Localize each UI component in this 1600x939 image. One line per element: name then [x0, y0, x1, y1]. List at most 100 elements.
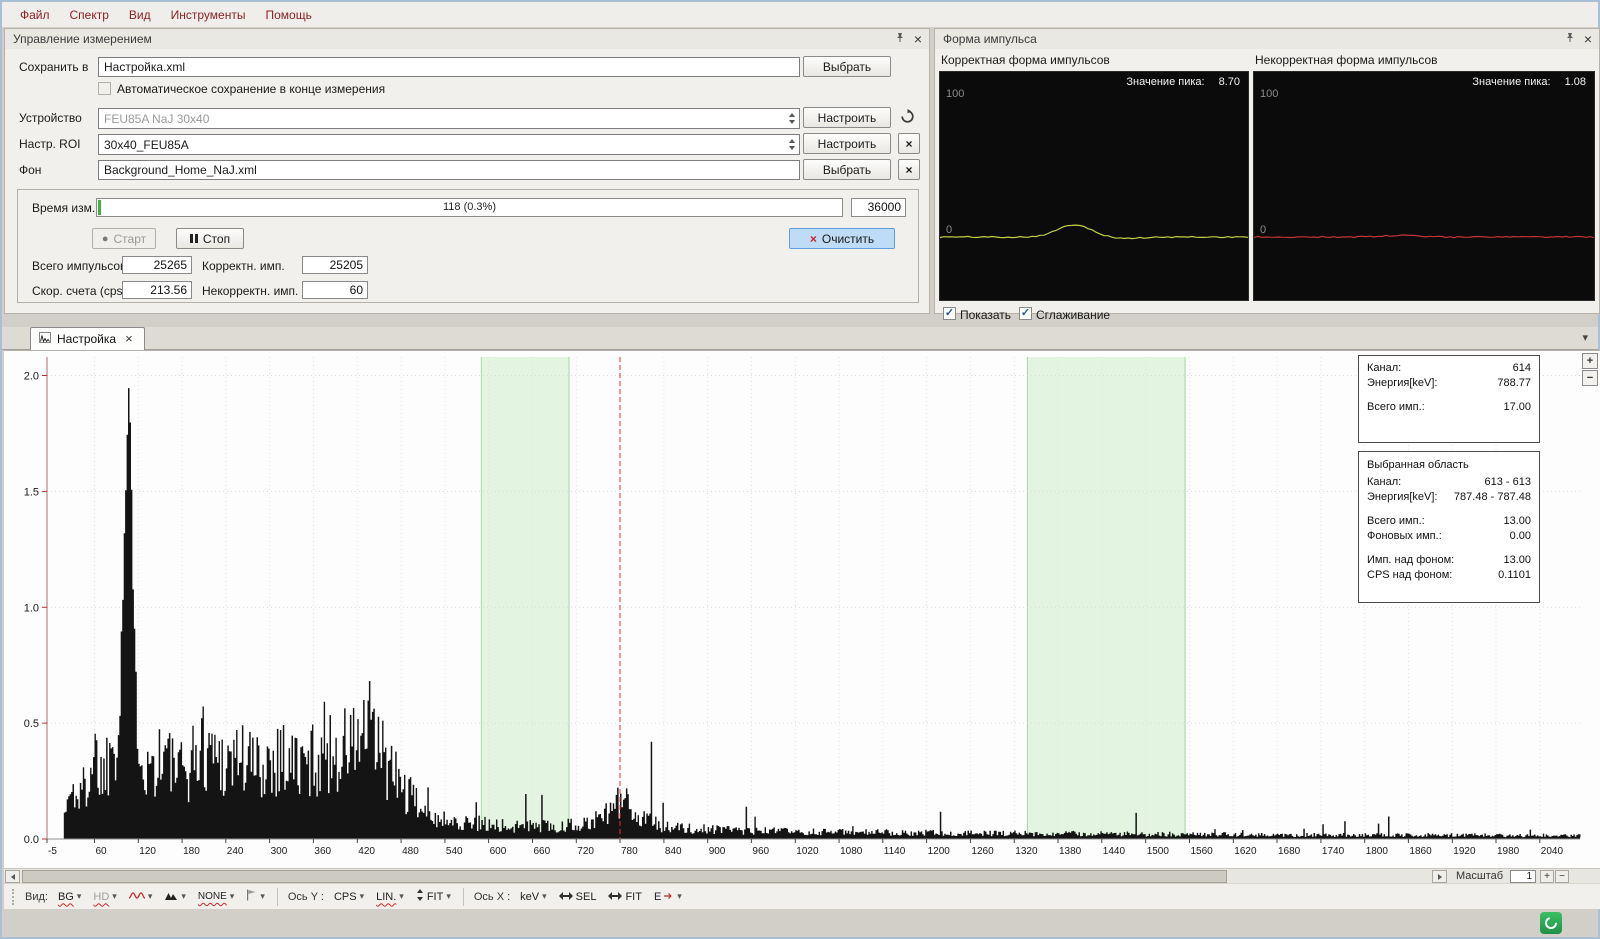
tab-close-icon[interactable]: ×: [122, 333, 136, 345]
dropdown-icon: ▾: [260, 891, 265, 902]
dropdown-icon: ▾: [230, 891, 235, 902]
device-combo[interactable]: FEU85A NaJ 30x40: [98, 108, 800, 129]
roi-band[interactable]: [1027, 357, 1185, 839]
cursor-energy: 788.77: [1497, 376, 1531, 391]
roi-band[interactable]: [481, 357, 569, 839]
svg-text:1800: 1800: [1366, 846, 1389, 857]
roi-clear-button[interactable]: ×: [898, 133, 920, 154]
start-button[interactable]: ● Старт: [92, 228, 156, 249]
selection-info-box: Выбранная область Канал:613 - 613 Энерги…: [1358, 451, 1540, 603]
dropdown-icon: ▾: [677, 891, 682, 902]
svg-text:1440: 1440: [1103, 846, 1126, 857]
zoom-out-button[interactable]: −: [1582, 370, 1598, 386]
svg-text:960: 960: [752, 846, 769, 857]
dropdown-icon: ▾: [446, 891, 451, 902]
svg-text:300: 300: [271, 846, 288, 857]
menu-item-2[interactable]: Вид: [119, 4, 161, 26]
menu-item-0[interactable]: Файл: [10, 4, 60, 26]
scroll-left-button[interactable]: [5, 870, 20, 883]
tab-list-dropdown-icon[interactable]: ▾: [1582, 331, 1588, 344]
background-clear-button[interactable]: ×: [898, 159, 920, 180]
record-icon: ●: [102, 233, 109, 245]
background-label: Фон: [19, 163, 41, 177]
toolbar-separator: [463, 888, 464, 906]
svg-text:1260: 1260: [971, 846, 994, 857]
pin-icon[interactable]: [895, 32, 905, 46]
menu-item-4[interactable]: Помощь: [255, 4, 321, 26]
energy-axis-button[interactable]: E▾: [649, 888, 687, 906]
cursor-total: 17.00: [1503, 400, 1531, 415]
measurement-panel-titlebar: Управление измерением ×: [5, 29, 929, 49]
hd-mode-button[interactable]: HD▾: [88, 888, 121, 906]
updown-arrows-icon: [416, 889, 424, 904]
close-icon[interactable]: ×: [1581, 33, 1595, 45]
svg-text:540: 540: [446, 846, 463, 857]
count-rate-value: 213.56: [122, 281, 192, 299]
smoothing-label: Сглаживание: [1036, 308, 1110, 322]
save-choose-button[interactable]: Выбрать: [803, 56, 891, 77]
toolbar-grip[interactable]: [12, 889, 15, 905]
none-marker-button[interactable]: NONE▾: [193, 888, 239, 905]
scale-value-box[interactable]: 1: [1510, 870, 1536, 883]
clear-x-icon: ×: [810, 232, 817, 246]
svg-text:1980: 1980: [1497, 846, 1520, 857]
x-units-button[interactable]: keV▾: [515, 888, 552, 906]
svg-text:240: 240: [227, 846, 244, 857]
spinner-icon[interactable]: [789, 139, 795, 150]
flag-marker-button[interactable]: ▾: [241, 886, 270, 907]
roi-combo[interactable]: 30x40_FEU85A: [98, 134, 800, 155]
correct-pulse-plot: Значение пика: 8.70 100 0: [939, 71, 1249, 301]
tab-nastroyka[interactable]: Настройка ×: [30, 327, 145, 350]
energy-arrow-icon: [664, 891, 674, 903]
y-zero-label: 0: [1260, 224, 1266, 236]
pin-icon[interactable]: [1565, 32, 1575, 46]
scale-minus-button[interactable]: −: [1555, 870, 1569, 883]
svg-text:1.5: 1.5: [24, 486, 39, 498]
x-fit-button[interactable]: FIT: [603, 888, 647, 906]
correct-pulses-value: 25205: [302, 256, 368, 274]
spectrum-histogram[interactable]: [62, 388, 1580, 839]
scroll-right-button[interactable]: [1432, 870, 1447, 883]
refresh-icon[interactable]: [900, 109, 915, 129]
smoothing-checkbox[interactable]: ✓: [1019, 307, 1032, 320]
y-units-button[interactable]: CPS▾: [329, 888, 369, 906]
close-icon[interactable]: ×: [911, 33, 925, 45]
roi-configure-button[interactable]: Настроить: [803, 133, 891, 154]
scale-plus-button[interactable]: +: [1540, 870, 1554, 883]
svg-text:480: 480: [402, 846, 419, 857]
svg-text:720: 720: [577, 846, 594, 857]
background-input[interactable]: [98, 160, 800, 180]
autosave-checkbox[interactable]: [98, 82, 111, 95]
clear-button[interactable]: × Очистить: [789, 228, 895, 249]
stop-button[interactable]: Стоп: [176, 228, 244, 249]
correct-pulse-curve: [940, 72, 1248, 300]
x-select-button[interactable]: SEL: [554, 888, 602, 906]
fill-style-button[interactable]: ▾: [159, 887, 191, 907]
hscrollbar-row: Масштаб 1 + −: [4, 868, 1600, 883]
svg-text:2.0: 2.0: [24, 371, 39, 383]
pulse-panel-body: Корректная форма импульсов Некорректная …: [935, 49, 1599, 313]
bg-mode-button[interactable]: BG▾: [53, 888, 86, 906]
menu-item-3[interactable]: Инструменты: [161, 4, 256, 26]
y-scale-button[interactable]: LIN.▾: [371, 888, 409, 906]
spectrum-chart-area[interactable]: 0.00.51.01.52.0-560120180240300360420480…: [4, 350, 1600, 868]
y-zero-label: 0: [946, 224, 952, 236]
spinner-icon[interactable]: [789, 113, 795, 124]
svg-text:1620: 1620: [1234, 846, 1257, 857]
save-to-input[interactable]: [98, 57, 800, 77]
incorrect-pulse-curve: [1254, 72, 1594, 300]
leftright-arrows-icon: [559, 891, 573, 903]
chart-toolbar: Вид: BG▾ HD▾ ▾ ▾ NONE▾ ▾ Ось Y : CPS▾ LI…: [4, 883, 1600, 909]
show-checkbox[interactable]: ✓: [943, 307, 956, 320]
hscrollbar-thumb[interactable]: [22, 870, 1227, 883]
zoom-in-button[interactable]: +: [1582, 353, 1598, 369]
menu-item-1[interactable]: Спектр: [60, 4, 119, 26]
svg-text:1500: 1500: [1147, 846, 1170, 857]
selection-energy: 787.48 - 787.48: [1454, 490, 1531, 505]
wave-style-button[interactable]: ▾: [124, 887, 158, 907]
measure-time-total[interactable]: 36000: [851, 198, 906, 217]
background-choose-button[interactable]: Выбрать: [803, 159, 891, 180]
y-fit-button[interactable]: FIT▾: [411, 886, 456, 907]
device-configure-button[interactable]: Настроить: [803, 107, 891, 128]
app-logo-icon[interactable]: [1540, 912, 1562, 934]
